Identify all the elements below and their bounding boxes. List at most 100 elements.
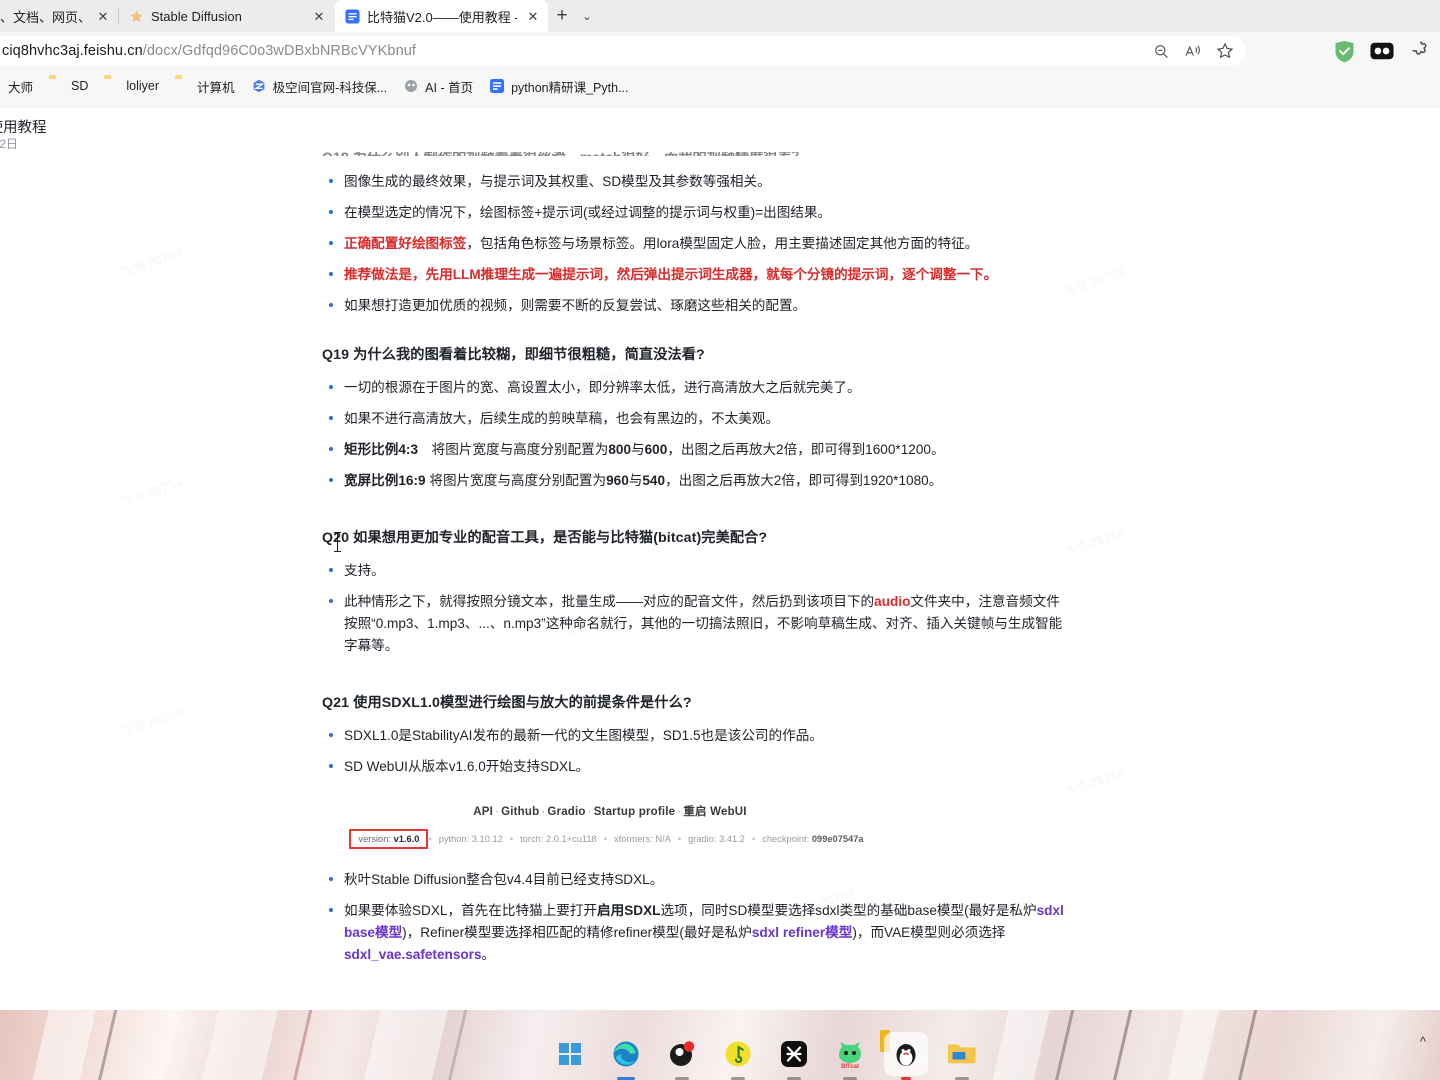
- bullet-text: ，出图之后再放大2倍，即可得到1920*1080。: [665, 472, 943, 488]
- meta-gradio: gradio: 3.41.2: [688, 833, 745, 844]
- document-body[interactable]: 飞书 26754 飞书 26754 飞书 26754 飞书 26754 飞书 2…: [0, 152, 1440, 1010]
- qq-music-icon[interactable]: [716, 1032, 760, 1080]
- microsoft-edge-icon[interactable]: [604, 1032, 648, 1080]
- bullet-text: 如果要体验SDXL，首先在比特猫上要打开: [344, 903, 598, 919]
- bitcat-icon[interactable]: BITcat: [828, 1032, 872, 1080]
- bookmark-item[interactable]: 大师: [0, 74, 41, 99]
- link-separator: ·: [587, 805, 592, 818]
- embedded-screenshot-sd-webui-footer: API · Github · Gradio · Startup profile · 重启 Web…: [330, 795, 890, 860]
- list-item: 图像生成的最终效果，与提示词及其权重、SD模型及其参数等强相关。: [322, 171, 1067, 193]
- bullet-text: 一切的根源在于图片的宽、高设置太小，即分辨率太低，进行高清放大之后就完美了。: [344, 379, 861, 395]
- bullet-text: 在模型选定的情况下，绘图标签+提示词(或经过调整的提示词与权重)=出图结果。: [344, 205, 832, 221]
- bookmark-item[interactable]: 极空间官网-科技保...: [243, 74, 396, 99]
- bookmark-item[interactable]: 计算机: [167, 74, 243, 99]
- browser-tab-3[interactable]: 比特猫V2.0——使用教程 - 飞书文 ✕: [335, 0, 548, 32]
- bullet-link-text: sdxl_vae.safetensors: [344, 947, 482, 963]
- bullet-text: 选项，同时SD模型要选择sdxl类型的基础base模型(最好是私炉: [660, 903, 1037, 919]
- meta-torch: torch: 2.0.1+cu118: [520, 833, 597, 844]
- bullet-text: ，出图之后再放大2倍，即可得到1600*1200。: [667, 441, 945, 457]
- sd-webui-links: API · Github · Gradio · Startup profile · 重启 Web…: [330, 802, 890, 822]
- list-item: 如果不进行高清放大，后续生成的剪映草稿，也会有黑边的，不太美观。: [322, 408, 1067, 430]
- github-link[interactable]: Github: [501, 806, 539, 818]
- close-icon[interactable]: ✕: [310, 7, 328, 25]
- watermark: 飞书 26754: [1059, 524, 1127, 561]
- obs-studio-icon[interactable]: [660, 1032, 704, 1080]
- watermark: 飞书 26754: [117, 244, 185, 281]
- bookmark-label: 极空间官网-科技保...: [272, 80, 388, 95]
- bookmark-item[interactable]: loliyer: [96, 75, 167, 97]
- page-icon: [0, 78, 2, 94]
- url-host: ciq8hvhc3aj.feishu.cn: [2, 43, 143, 59]
- list-item: 如果想打造更加优质的视频，则需要不断的反复尝试、琢磨这些相关的配置。: [322, 295, 1067, 317]
- tab-title: 比特猫V2.0——使用教程 - 飞书文: [367, 9, 517, 25]
- folder-icon: [175, 78, 191, 94]
- version-badge: version: v1.6.0: [349, 828, 429, 850]
- bullet-text: 秋叶Stable Diffusion整合包v4.4目前已经支持SDXL。: [344, 872, 664, 888]
- document-page: —使用教程 2月22日 飞书 26754 飞书 26754 飞书 26754 飞…: [0, 108, 1440, 1010]
- bullet-text: )，Refiner模型要选择相匹配的精修refiner模型(最好是私炉: [402, 925, 752, 941]
- adguard-shield-icon[interactable]: [1330, 37, 1358, 65]
- folder-icon: [49, 78, 65, 94]
- meta-xformers: xformers: N/A: [613, 833, 671, 844]
- browser-window: 、文档、网页、在 ✕ Stable Diffusion ✕ 比: [0, 0, 1440, 1010]
- sd-webui-meta: version: v1.6.0 • python: 3.10.12 • torc…: [330, 828, 890, 850]
- bookmark-label: SD: [71, 79, 89, 93]
- url-path: /docx/Gdfqd96C0o3wDBxbNRBcVYKbnuf: [142, 43, 417, 59]
- new-tab-button[interactable]: +: [548, 2, 576, 30]
- browser-toolbar: ciq8hvhc3aj.feishu.cn/docx/Gdfqd96C0o3wD…: [0, 32, 1440, 70]
- bookmarks-bar: 大师 SD loliyer 计算机 极空间官网-科技保... AI - 首页 p…: [0, 70, 1440, 102]
- bullet-text: )，而VAE模型则必须选择: [852, 925, 1006, 941]
- bookmark-label: 大师: [8, 80, 34, 95]
- capcut-icon[interactable]: [772, 1032, 816, 1080]
- bookmark-item[interactable]: SD: [41, 75, 96, 97]
- restart-webui-button[interactable]: 重启 WebUI: [683, 806, 746, 818]
- start-button-icon[interactable]: [548, 1032, 592, 1076]
- tab-title: Stable Diffusion: [151, 8, 242, 24]
- feishu-docs-icon: [345, 8, 360, 24]
- address-bar[interactable]: ciq8hvhc3aj.feishu.cn/docx/Gdfqd96C0o3wD…: [0, 36, 1246, 66]
- list-item: 在模型选定的情况下，绘图标签+提示词(或经过调整的提示词与权重)=出图结果。: [322, 202, 1067, 224]
- extension-dark-icon[interactable]: [1368, 37, 1396, 65]
- section-heading-q21: Q21 使用SDXL1.0模型进行绘图与放大的前提条件是什么?: [322, 694, 692, 711]
- list-item: 如果要体验SDXL，首先在比特猫上要打开启用SDXL选项，同时SD模型要选择sd…: [322, 900, 1067, 966]
- tab-list-dropdown-icon[interactable]: ⌄: [576, 2, 598, 30]
- close-icon[interactable]: ✕: [524, 7, 542, 25]
- clipped-heading: Q18 为什么别人制作的视频看着很丝滑，match很好，而我的视频精度很差？: [322, 152, 1067, 156]
- feishu-icon: [490, 79, 505, 93]
- close-icon[interactable]: ✕: [94, 7, 112, 25]
- bookmark-label: python精研课_Pyth...: [511, 80, 629, 95]
- svg-text:BITcat: BITcat: [841, 1064, 859, 1069]
- zoom-out-icon[interactable]: [1146, 38, 1176, 64]
- bullet-value: 800: [608, 441, 632, 457]
- favorite-star-icon[interactable]: [1210, 38, 1240, 64]
- gradio-link[interactable]: Gradio: [547, 806, 585, 818]
- list-item: 推荐做法是，先用LLM推理生成一遍提示词，然后弹出提示词生成器，就每个分镜的提示…: [322, 264, 1067, 286]
- chevron-up-icon[interactable]: ^: [1420, 1034, 1426, 1049]
- api-link[interactable]: API: [473, 806, 493, 818]
- browser-settings-icon[interactable]: [1406, 37, 1434, 65]
- bullet-text: 图像生成的最终效果，与提示词及其权重、SD模型及其参数等强相关。: [344, 174, 771, 189]
- bullet-text: SD WebUI从版本v1.6.0开始支持SDXL。: [344, 758, 590, 774]
- bullet-text: ，包括角色标签与场景标签。用lora模型固定人脸，用主要描述固定其他方面的特征。: [466, 236, 979, 252]
- tab-title: 、文档、网页、在: [0, 9, 87, 25]
- bullet-list-q20: 支持。 此种情形之下，就得按照分镜文本，批量生成——对应的配音文件，然后扔到该项…: [322, 560, 1067, 657]
- bookmark-item[interactable]: AI - 首页: [395, 74, 481, 99]
- read-aloud-icon[interactable]: [1178, 38, 1208, 64]
- document-content: Q18 为什么别人制作的视频看着很丝滑，match很好，而我的视频精度很差？ 图…: [322, 152, 1067, 975]
- watermark: 飞书 26754: [1059, 264, 1127, 301]
- bullet-text-emphasis: 正确配置好绘图标签: [344, 236, 467, 252]
- bookmark-item[interactable]: python精研课_Pyth...: [481, 74, 636, 99]
- file-explorer-icon[interactable]: [940, 1032, 984, 1080]
- browser-tab-2[interactable]: Stable Diffusion ✕: [119, 0, 334, 32]
- qq-icon[interactable]: [884, 1032, 928, 1080]
- startup-profile-link[interactable]: Startup profile: [594, 806, 676, 818]
- link-separator: ·: [495, 805, 500, 818]
- bullet-text-label: 矩形比例4:3: [344, 441, 419, 457]
- bullet-text-emphasis: 推荐做法是，先用LLM推理生成一遍提示词，然后弹出提示词生成器，就每个分镜的提示…: [344, 267, 998, 283]
- bullet-text: SDXL1.0是StabilityAI发布的最新一代的文生图模型，SD1.5也是…: [344, 727, 823, 743]
- meta-python: python: 3.10.12: [438, 833, 503, 844]
- list-item: SD WebUI从版本v1.6.0开始支持SDXL。: [322, 756, 1067, 778]
- watermark: 飞书 26754: [117, 474, 185, 511]
- browser-tab-1[interactable]: 、文档、网页、在 ✕: [0, 0, 118, 32]
- tab-strip: 、文档、网页、在 ✕ Stable Diffusion ✕ 比: [0, 0, 1440, 32]
